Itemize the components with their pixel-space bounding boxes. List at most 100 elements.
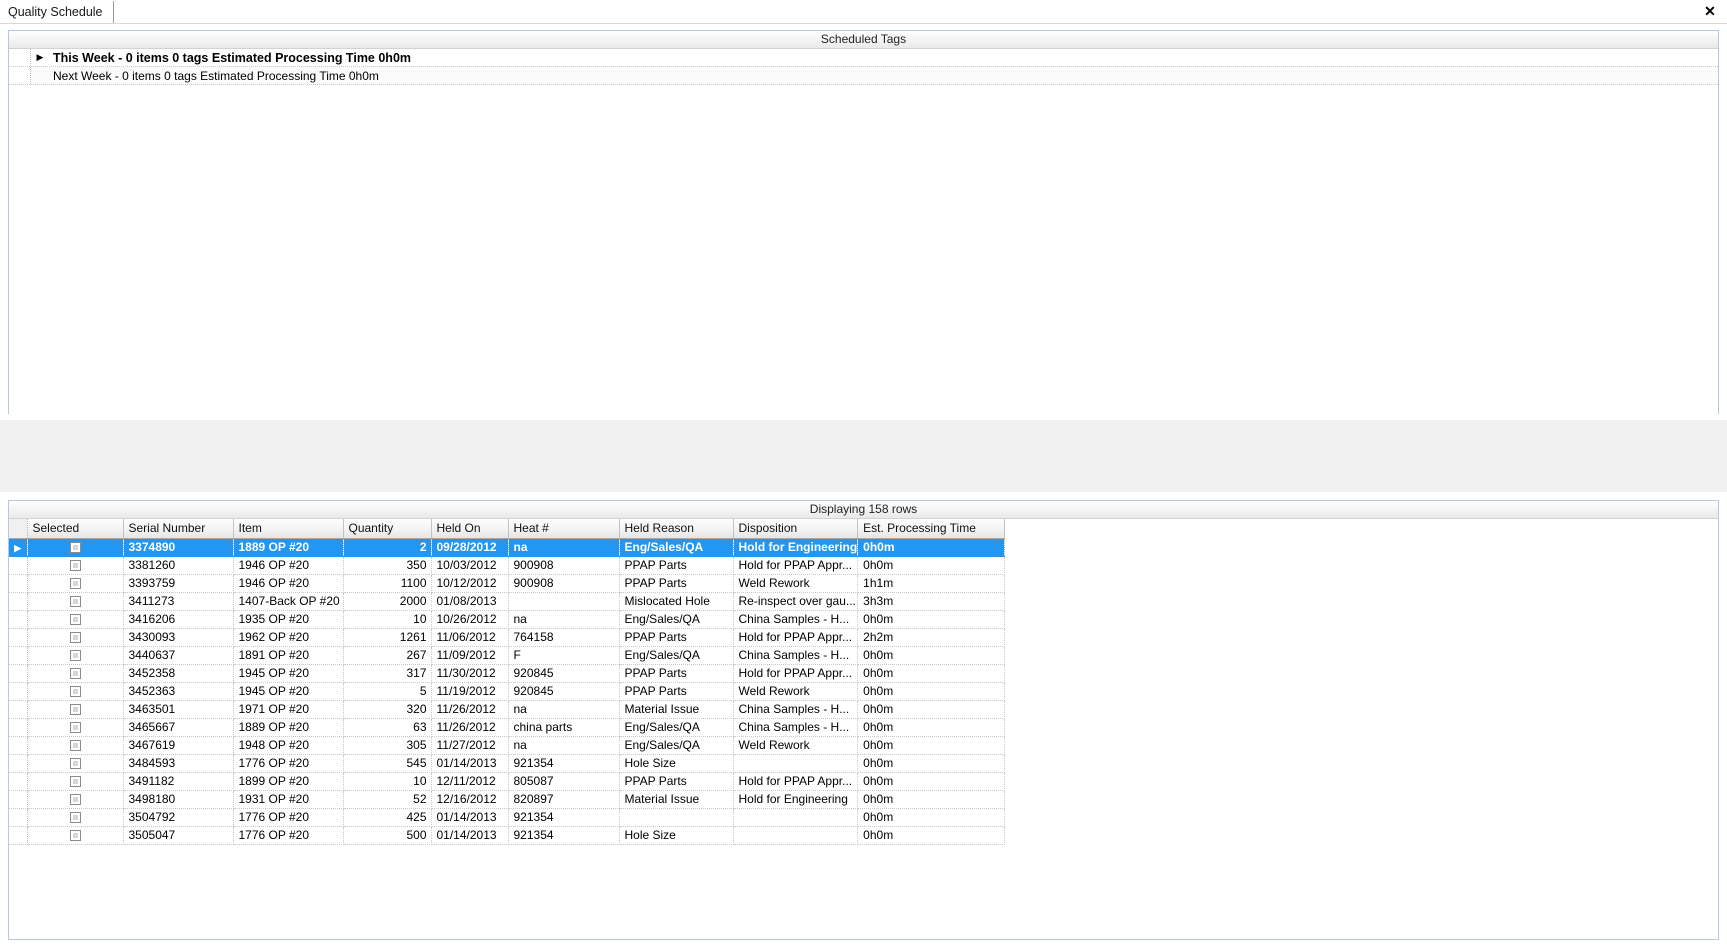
cell-serial: 3491182 bbox=[123, 772, 234, 791]
row-select-checkbox-cell[interactable] bbox=[27, 646, 124, 665]
row-indicator-cell[interactable] bbox=[9, 700, 28, 719]
cell-reason: Hole Size bbox=[619, 826, 734, 845]
column-header-reason[interactable]: Held Reason bbox=[619, 519, 734, 539]
tab-quality-schedule[interactable]: Quality Schedule bbox=[0, 0, 114, 23]
row-indicator-cell[interactable] bbox=[9, 646, 28, 665]
table-row[interactable]: 3381260 1946 OP #20 350 10/03/2012 900908 PPA… bbox=[9, 556, 1006, 575]
row-indicator-cell[interactable] bbox=[9, 736, 28, 755]
row-indicator-cell[interactable] bbox=[9, 610, 28, 629]
row-select-checkbox-cell[interactable] bbox=[27, 736, 124, 755]
row-select-checkbox[interactable] bbox=[69, 830, 81, 842]
row-select-checkbox-cell[interactable] bbox=[27, 628, 124, 647]
cell-est_time: 0h0m bbox=[857, 556, 1006, 575]
column-header-quantity[interactable]: Quantity bbox=[343, 519, 432, 539]
cell-heat: 820897 bbox=[508, 790, 620, 809]
row-select-checkbox-cell[interactable] bbox=[27, 664, 124, 683]
row-select-checkbox[interactable] bbox=[69, 614, 81, 626]
cell-disposition: Hold for PPAP Appr... bbox=[733, 664, 859, 683]
row-indicator-cell[interactable] bbox=[9, 790, 28, 809]
table-row[interactable]: 3452358 1945 OP #20 317 11/30/2012 920845 PPA… bbox=[9, 664, 1006, 683]
table-row[interactable]: 3498180 1931 OP #20 52 12/16/2012 820897 Mate… bbox=[9, 790, 1006, 809]
table-row[interactable]: 3393759 1946 OP #20 1100 10/12/2012 900908 PP… bbox=[9, 574, 1006, 593]
row-indicator-cell[interactable]: ▶ bbox=[9, 538, 28, 557]
table-row[interactable]: 3440637 1891 OP #20 267 11/09/2012 F Eng/Sale… bbox=[9, 646, 1006, 665]
tree-row-this-week[interactable]: ▶ This Week - 0 items 0 tags Estimated P… bbox=[9, 49, 1718, 67]
table-row[interactable]: 3467619 1948 OP #20 305 11/27/2012 na Eng/Sal… bbox=[9, 736, 1006, 755]
row-select-checkbox[interactable] bbox=[69, 542, 81, 554]
row-indicator-cell[interactable] bbox=[9, 718, 28, 737]
table-row[interactable]: 3491182 1899 OP #20 10 12/11/2012 805087 PPAP… bbox=[9, 772, 1006, 791]
table-row[interactable]: 3411273 1407-Back OP #20 2000 01/08/2013 Mis… bbox=[9, 592, 1006, 611]
row-indicator-cell[interactable] bbox=[9, 754, 28, 773]
close-icon[interactable]: ✕ bbox=[1701, 2, 1719, 20]
table-row[interactable]: 3465667 1889 OP #20 63 11/26/2012 china part… bbox=[9, 718, 1006, 737]
row-select-checkbox-cell[interactable] bbox=[27, 772, 124, 791]
cell-est_time: 0h0m bbox=[857, 718, 1006, 737]
row-select-checkbox-cell[interactable] bbox=[27, 556, 124, 575]
row-select-checkbox[interactable] bbox=[69, 668, 81, 680]
column-header-held_on[interactable]: Held On bbox=[431, 519, 509, 539]
row-indicator-cell[interactable] bbox=[9, 808, 28, 827]
row-indicator-cell[interactable] bbox=[9, 592, 28, 611]
row-indicator-cell[interactable] bbox=[9, 826, 28, 845]
row-indicator-cell[interactable] bbox=[9, 664, 28, 683]
cell-held_on: 11/06/2012 bbox=[431, 628, 509, 647]
row-indicator-cell[interactable] bbox=[9, 574, 28, 593]
column-header-selected[interactable]: Selected bbox=[27, 519, 124, 539]
row-select-checkbox-cell[interactable] bbox=[27, 574, 124, 593]
cell-quantity: 10 bbox=[343, 772, 432, 791]
column-header-serial[interactable]: Serial Number bbox=[123, 519, 234, 539]
row-indicator-cell[interactable] bbox=[9, 556, 28, 575]
row-select-checkbox-cell[interactable] bbox=[27, 682, 124, 701]
cell-held_on: 01/14/2013 bbox=[431, 754, 509, 773]
table-row[interactable]: 3430093 1962 OP #20 1261 11/06/2012 764158 PP… bbox=[9, 628, 1006, 647]
column-header-heat[interactable]: Heat # bbox=[508, 519, 620, 539]
cell-reason: Eng/Sales/QA bbox=[619, 646, 734, 665]
row-select-checkbox[interactable] bbox=[69, 704, 81, 716]
row-select-checkbox-cell[interactable] bbox=[27, 538, 124, 557]
cell-disposition: China Samples - H... bbox=[733, 718, 859, 737]
row-select-checkbox[interactable] bbox=[69, 758, 81, 770]
column-header-item[interactable]: Item bbox=[233, 519, 344, 539]
table-row[interactable]: 3416206 1935 OP #20 10 10/26/2012 na Eng/Sale… bbox=[9, 610, 1006, 629]
row-select-checkbox[interactable] bbox=[69, 794, 81, 806]
row-select-checkbox-cell[interactable] bbox=[27, 718, 124, 737]
table-row[interactable]: 3484593 1776 OP #20 545 01/14/2013 921354 Hol… bbox=[9, 754, 1006, 773]
row-select-checkbox-cell[interactable] bbox=[27, 808, 124, 827]
row-select-checkbox[interactable] bbox=[69, 686, 81, 698]
row-select-checkbox-cell[interactable] bbox=[27, 610, 124, 629]
table-row[interactable]: 3452363 1945 OP #20 5 11/19/2012 920845 PPAP … bbox=[9, 682, 1006, 701]
row-select-checkbox[interactable] bbox=[69, 776, 81, 788]
cell-heat: 921354 bbox=[508, 826, 620, 845]
row-select-checkbox[interactable] bbox=[69, 596, 81, 608]
column-header-disposition[interactable]: Disposition bbox=[733, 519, 859, 539]
row-select-checkbox-cell[interactable] bbox=[27, 826, 124, 845]
row-select-checkbox-cell[interactable] bbox=[27, 754, 124, 773]
row-select-checkbox[interactable] bbox=[69, 650, 81, 662]
row-select-checkbox-cell[interactable] bbox=[27, 592, 124, 611]
column-header-est_time[interactable]: Est. Processing Time bbox=[857, 519, 1006, 539]
row-select-checkbox[interactable] bbox=[69, 578, 81, 590]
row-select-checkbox-cell[interactable] bbox=[27, 790, 124, 809]
tree-row-next-week[interactable]: Next Week - 0 items 0 tags Estimated Pro… bbox=[9, 67, 1718, 85]
row-indicator-cell[interactable] bbox=[9, 628, 28, 647]
row-indicator-cell[interactable] bbox=[9, 772, 28, 791]
row-select-checkbox[interactable] bbox=[69, 722, 81, 734]
table-row[interactable]: ▶ 3374890 1889 OP #20 2 09/28/2012 na Eng/Sale… bbox=[9, 538, 1006, 557]
cell-held_on: 01/08/2013 bbox=[431, 592, 509, 611]
row-select-checkbox[interactable] bbox=[69, 632, 81, 644]
row-gutter bbox=[9, 67, 31, 84]
table-row[interactable]: 3505047 1776 OP #20 500 01/14/2013 921354 Hol… bbox=[9, 826, 1006, 845]
row-select-checkbox[interactable] bbox=[69, 812, 81, 824]
cell-quantity: 267 bbox=[343, 646, 432, 665]
expander-arrow-icon[interactable]: ▶ bbox=[37, 53, 44, 62]
cell-est_time: 0h0m bbox=[857, 538, 1006, 557]
row-select-checkbox[interactable] bbox=[69, 560, 81, 572]
row-indicator-cell[interactable] bbox=[9, 682, 28, 701]
row-select-checkbox[interactable] bbox=[69, 740, 81, 752]
table-row[interactable]: 3463501 1971 OP #20 320 11/26/2012 na Materia… bbox=[9, 700, 1006, 719]
grid-scroll-area[interactable]: Selected Serial Number Item Quantity Held On… bbox=[9, 519, 1718, 939]
row-select-checkbox-cell[interactable] bbox=[27, 700, 124, 719]
table-row[interactable]: 3504792 1776 OP #20 425 01/14/2013 921354 0h0… bbox=[9, 808, 1006, 827]
cell-quantity: 500 bbox=[343, 826, 432, 845]
